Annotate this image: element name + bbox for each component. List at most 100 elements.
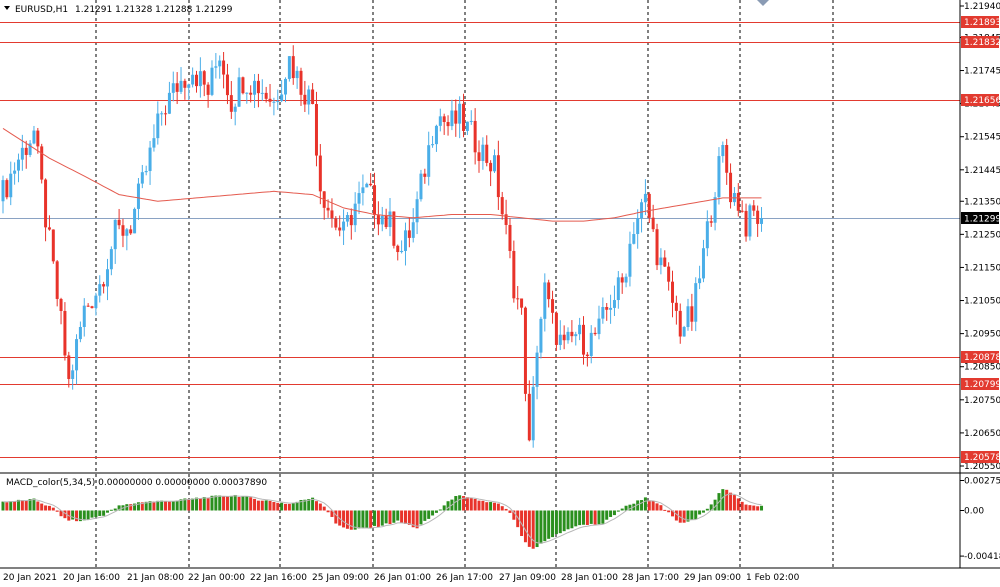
macd-bar <box>32 498 36 511</box>
candle-body <box>458 103 462 124</box>
candle-body <box>198 71 202 87</box>
candle-body <box>1 180 5 202</box>
candle-body <box>570 331 574 337</box>
candle-body <box>133 208 137 234</box>
macd-bar <box>616 510 620 512</box>
candle-body <box>539 318 543 353</box>
time-label: 20 Jan 2021 <box>3 573 57 583</box>
candle-body <box>59 298 63 311</box>
price-tick-label: 1.20850 <box>964 363 1000 373</box>
candle-body <box>566 331 570 341</box>
time-label: 25 Jan 09:00 <box>312 573 369 583</box>
candle-body <box>330 210 334 219</box>
candle-body <box>326 207 330 211</box>
macd-bar <box>489 502 493 511</box>
symbol-label: EURUSD,H1 <box>15 5 68 15</box>
horizontal-levels[interactable] <box>0 22 960 458</box>
time-axis[interactable]: 20 Jan 2021 20 Jan 16:00 21 Jan 08:00 22 Ja… <box>3 573 800 583</box>
macd-bar <box>392 510 396 523</box>
candle-body <box>512 250 516 299</box>
macd-bar <box>655 503 659 511</box>
macd-bar <box>164 500 168 511</box>
macd-bar <box>527 510 531 547</box>
scroll-marker-icon[interactable] <box>757 0 769 6</box>
candle-body <box>601 307 605 319</box>
macd-bar <box>198 498 202 511</box>
candle-body <box>407 230 411 238</box>
candle-body <box>554 312 558 345</box>
candle-body <box>299 70 303 95</box>
candle-body <box>531 386 535 441</box>
macd-bar <box>233 494 237 511</box>
candle-body <box>643 193 647 203</box>
candle-body <box>492 155 496 172</box>
macd-bar <box>736 498 740 511</box>
candle-body <box>636 218 640 235</box>
candle-body <box>469 120 473 122</box>
price-tick-label: 1.21250 <box>964 230 1000 240</box>
macd-bar <box>218 495 222 511</box>
candle-body <box>357 193 361 204</box>
candle-body <box>191 74 195 85</box>
candle-body <box>508 224 512 251</box>
candle-body <box>179 80 183 92</box>
candle-body <box>667 266 671 282</box>
candle-body <box>616 277 620 301</box>
macd-bar <box>597 510 601 525</box>
time-label: 28 Jan 01:00 <box>561 573 618 583</box>
macd-bar <box>582 510 585 525</box>
candle-body <box>419 173 423 200</box>
macd-bar <box>361 510 365 529</box>
candle-body <box>256 80 260 94</box>
candle-body <box>694 283 698 322</box>
price-tick-label: 1.21940 <box>964 2 1000 12</box>
macd-bar <box>508 510 512 513</box>
macd-bar <box>748 505 752 511</box>
macd-bar <box>612 510 616 516</box>
candles <box>1 45 764 448</box>
macd-tick-label: 0.00 <box>964 507 984 517</box>
chart-header[interactable]: EURUSD,H1 1.21291 1.21328 1.21288 1.2129… <box>4 5 233 15</box>
candle-body <box>462 103 466 131</box>
candle-body <box>659 257 663 266</box>
macd-bar <box>589 510 593 524</box>
macd-bar <box>427 510 431 519</box>
macd-bar <box>268 500 272 511</box>
macd-bar <box>206 498 210 511</box>
candle-body <box>744 210 748 237</box>
macd-bar <box>566 510 570 530</box>
macd-bar <box>202 497 206 511</box>
macd-bar <box>682 510 686 523</box>
macd-bar <box>419 510 423 525</box>
macd-bar <box>667 510 671 513</box>
price-scale[interactable]: 1.219401.218451.217451.216451.215451.214… <box>960 2 1000 562</box>
trading-chart[interactable]: 1.219401.218451.217451.216451.215451.214… <box>0 0 1000 587</box>
macd-bar <box>740 501 744 511</box>
macd-bar <box>554 510 558 535</box>
candle-body <box>102 284 106 287</box>
macd-bar <box>760 505 764 511</box>
macd-bar <box>160 500 164 511</box>
macd-bar <box>481 500 485 511</box>
macd-bar <box>465 497 469 511</box>
macd-bar <box>485 502 489 511</box>
macd-bar <box>175 500 179 511</box>
macd-bar <box>71 510 75 520</box>
candle-body <box>121 225 125 236</box>
candle-body <box>403 230 407 251</box>
candle-body <box>210 67 214 95</box>
candle-body <box>353 203 357 226</box>
macd-bar <box>694 510 698 520</box>
candle-body <box>5 180 9 198</box>
macd-bar <box>249 497 253 511</box>
candle-body <box>674 302 678 311</box>
candle-body <box>24 147 28 155</box>
macd-bar <box>752 505 756 511</box>
macd-bar <box>721 489 725 511</box>
macd-bar <box>210 495 214 511</box>
macd-bar <box>640 500 644 511</box>
dropdown-arrow-icon[interactable] <box>4 6 10 10</box>
macd-bar <box>237 496 241 511</box>
macd-bar <box>431 510 435 516</box>
candle-body <box>632 234 636 244</box>
